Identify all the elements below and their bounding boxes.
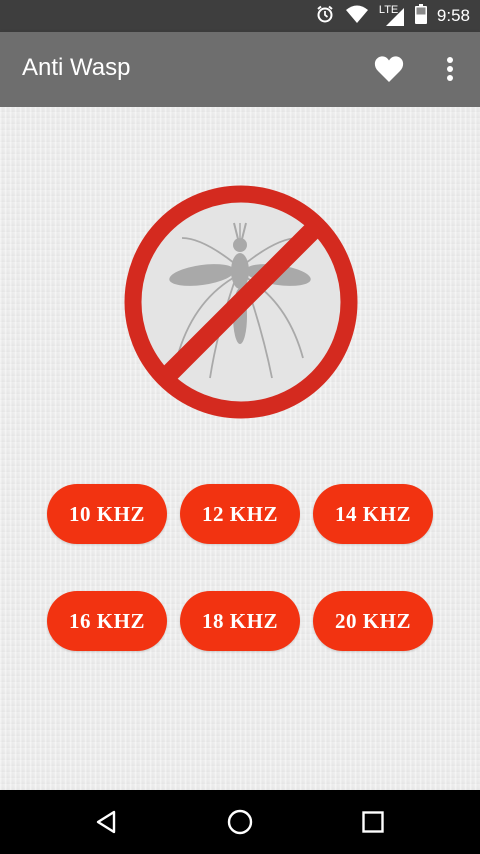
navigation-bar — [0, 790, 480, 854]
frequency-button-18khz[interactable]: 18 KHZ — [180, 591, 300, 651]
frequency-button-14khz[interactable]: 14 KHZ — [313, 484, 433, 544]
favorite-button[interactable] — [372, 52, 406, 86]
screen: LTE 9:58 Anti Wasp 10 KHZ 12 KHZ 14 KHZ … — [0, 0, 480, 854]
app-title: Anti Wasp — [22, 54, 131, 81]
alarm-icon — [315, 4, 335, 29]
app-bar: Anti Wasp — [0, 32, 480, 107]
home-button[interactable] — [220, 802, 260, 842]
no-wasp-icon — [124, 185, 358, 419]
status-time: 9:58 — [436, 6, 470, 25]
home-icon — [227, 809, 253, 835]
main-content: 10 KHZ 12 KHZ 14 KHZ 16 KHZ 18 KHZ 20 KH… — [0, 107, 480, 790]
more-vertical-icon — [447, 57, 453, 81]
frequency-button-10khz[interactable]: 10 KHZ — [47, 484, 167, 544]
heart-icon — [374, 56, 404, 82]
overflow-menu-button[interactable] — [436, 52, 464, 86]
status-bar: LTE 9:58 — [0, 0, 480, 32]
lte-label: LTE — [379, 4, 405, 26]
status-icons: LTE 9:58 — [315, 0, 470, 32]
battery-icon — [414, 3, 427, 29]
back-icon — [96, 810, 116, 834]
wifi-icon — [345, 4, 369, 29]
frequency-button-12khz[interactable]: 12 KHZ — [180, 484, 300, 544]
frequency-button-20khz[interactable]: 20 KHZ — [313, 591, 433, 651]
signal-icon — [385, 8, 404, 26]
recents-button[interactable] — [353, 802, 393, 842]
frequency-button-16khz[interactable]: 16 KHZ — [47, 591, 167, 651]
back-button[interactable] — [87, 802, 127, 842]
recents-icon — [362, 811, 384, 833]
